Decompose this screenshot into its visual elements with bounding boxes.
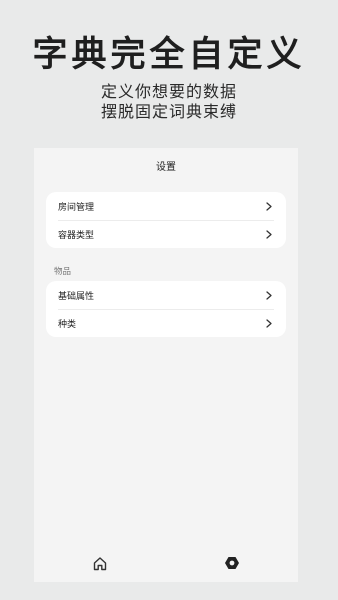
settings-card-general: 房间管理 容器类型	[46, 192, 286, 248]
chevron-right-icon	[264, 201, 274, 211]
chevron-right-icon	[264, 229, 274, 239]
settings-icon	[224, 555, 240, 575]
section-header-items: 物品	[54, 267, 72, 277]
bottom-tab-bar	[34, 556, 298, 574]
list-item-label: 房间管理	[58, 202, 95, 213]
list-item-category[interactable]: 种类	[46, 309, 286, 337]
list-item-label: 基础属性	[58, 291, 95, 302]
tab-settings[interactable]	[223, 556, 241, 574]
list-item-label: 种类	[58, 319, 77, 330]
promo-subtitle-line2: 摆脱固定词典束缚	[100, 102, 237, 121]
list-item-room-management[interactable]: 房间管理	[46, 192, 286, 220]
list-item-container-type[interactable]: 容器类型	[46, 220, 286, 248]
promo-title: 字典完全自定义	[32, 35, 306, 75]
settings-card-items: 基础属性 种类	[46, 281, 286, 337]
chevron-right-icon	[264, 290, 274, 300]
page-title: 设置	[156, 162, 176, 173]
app-screen: 设置 房间管理 容器类型 物品 基础属性 种类	[34, 148, 298, 582]
tab-home[interactable]	[91, 556, 109, 574]
list-item-basic-attributes[interactable]: 基础属性	[46, 281, 286, 309]
chevron-right-icon	[264, 318, 274, 328]
list-item-label: 容器类型	[58, 230, 95, 241]
home-icon	[92, 556, 108, 575]
